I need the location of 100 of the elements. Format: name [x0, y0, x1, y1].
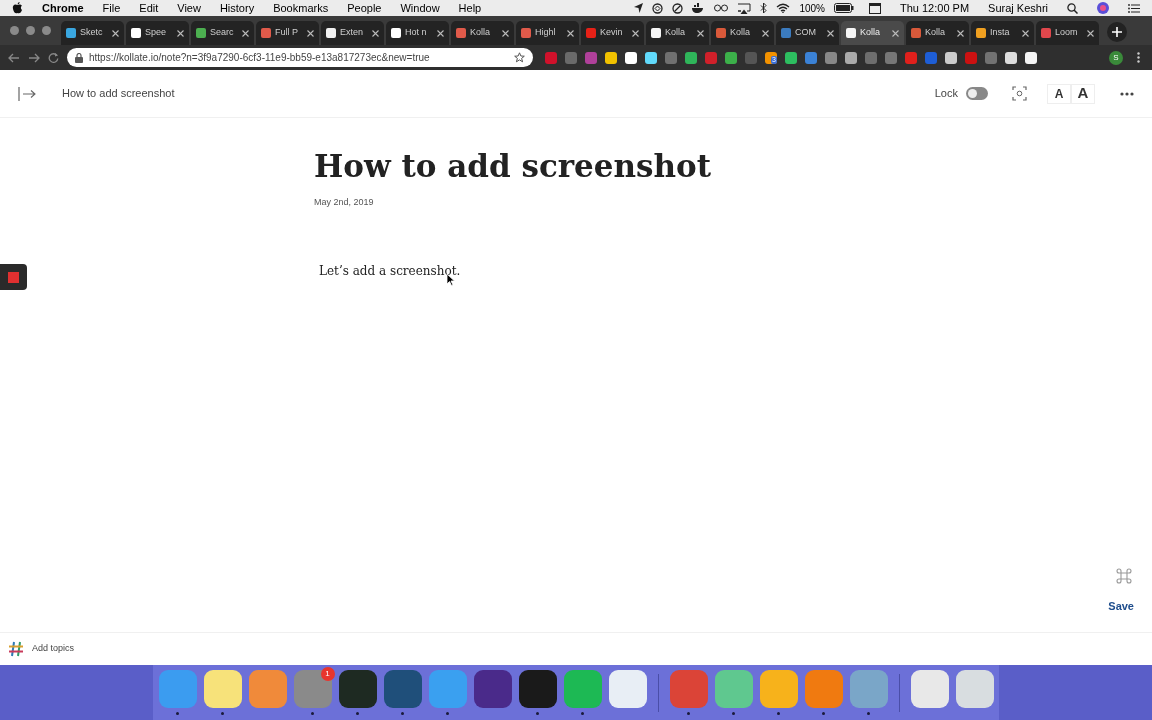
app-icon[interactable] [338, 670, 377, 708]
close-icon[interactable] [502, 29, 509, 37]
extension-icon[interactable] [645, 51, 657, 64]
extension-icon[interactable] [785, 51, 797, 64]
browser-tab[interactable]: Spee [126, 21, 189, 45]
menu-icon[interactable] [1128, 3, 1140, 13]
close-icon[interactable] [632, 29, 639, 37]
location-icon[interactable] [634, 3, 644, 13]
siri-icon[interactable] [1097, 2, 1109, 14]
expand-sidebar-icon[interactable] [18, 86, 36, 101]
font-size-button[interactable]: A [1071, 83, 1095, 104]
close-icon[interactable] [242, 29, 249, 37]
browser-tab[interactable]: Loom [1036, 21, 1099, 45]
browser-tab[interactable]: COM [776, 21, 839, 45]
lock-toggle[interactable] [966, 87, 988, 100]
close-icon[interactable] [112, 29, 119, 37]
font-size-button[interactable]: A [1047, 83, 1071, 104]
browser-tab[interactable]: Kolla [906, 21, 969, 45]
browser-tab[interactable]: Exten [321, 21, 384, 45]
bluetooth-icon[interactable] [760, 2, 768, 14]
save-button[interactable]: Save [1108, 597, 1134, 614]
app-icon[interactable] [608, 670, 647, 708]
reload-icon[interactable] [48, 52, 59, 63]
back-icon[interactable] [8, 52, 20, 63]
menu-item[interactable]: File [102, 0, 121, 17]
extension-icon[interactable] [845, 51, 857, 64]
browser-tab[interactable]: Kolla [841, 21, 904, 45]
profile-avatar[interactable]: S [1109, 50, 1123, 65]
app-icon[interactable] [910, 670, 949, 708]
menu-item[interactable]: Edit [139, 0, 159, 17]
glasses-icon[interactable] [714, 4, 729, 12]
close-icon[interactable] [372, 29, 379, 37]
extension-icon[interactable] [625, 51, 637, 64]
extension-icon[interactable] [1025, 51, 1037, 64]
command-icon[interactable] [1116, 567, 1132, 584]
browser-tab[interactable]: Kevin [581, 21, 644, 45]
close-icon[interactable] [827, 29, 834, 37]
close-icon[interactable] [1022, 29, 1029, 37]
extension-icon[interactable] [945, 51, 957, 64]
close-icon[interactable] [697, 29, 704, 37]
browser-tab[interactable]: Kolla [711, 21, 774, 45]
browser-tab[interactable]: Kolla [646, 21, 709, 45]
search-icon[interactable] [1067, 2, 1078, 14]
record-button[interactable] [0, 264, 27, 290]
focus-icon[interactable] [1012, 86, 1027, 101]
add-topics-link[interactable]: Add topics [32, 642, 75, 656]
close-icon[interactable] [1087, 29, 1094, 37]
tab-title: Loom [1055, 26, 1079, 40]
more-icon[interactable] [1120, 91, 1134, 96]
star-icon[interactable] [514, 52, 525, 63]
browser-tab[interactable]: Insta [971, 21, 1034, 45]
browser-tab[interactable]: Full P [256, 21, 319, 45]
browser-tab[interactable]: Sketc [61, 21, 124, 45]
app-icon[interactable] [203, 670, 242, 708]
battery-icon[interactable] [834, 3, 854, 13]
menu-item[interactable]: Help [458, 0, 482, 17]
tab-title: Kolla [925, 26, 946, 40]
close-icon[interactable] [177, 29, 184, 37]
menu-item[interactable]: History [219, 0, 255, 17]
extension-icon[interactable] [605, 51, 617, 64]
apple-icon[interactable] [12, 2, 23, 14]
menu-item[interactable]: View [177, 0, 201, 17]
airplay-icon[interactable] [737, 2, 752, 14]
extension-icon[interactable] [1005, 51, 1017, 64]
hash-icon[interactable] [8, 641, 24, 657]
calendar-icon[interactable] [869, 2, 881, 14]
menu-item[interactable]: People [347, 0, 382, 17]
browser-tab[interactable]: Searc [191, 21, 254, 45]
browser-tab[interactable]: Highl [516, 21, 579, 45]
menu-item[interactable]: Bookmarks [273, 0, 329, 17]
new-tab-button[interactable] [1107, 22, 1127, 42]
browser-tab[interactable]: Kolla [451, 21, 514, 45]
tab-title: Hot n [405, 26, 428, 40]
plus-icon [1112, 27, 1122, 37]
url-text: https://kollate.io/note?n=3f9a7290-6cf3-11e9-bb59-e13a817273ec&new=true [89, 51, 431, 65]
app-icon[interactable] [473, 670, 512, 708]
menu-clock[interactable]: Thu 12:00 PM [900, 0, 970, 17]
browser-tab[interactable]: Hot n [386, 21, 449, 45]
menu-app-name[interactable]: Chrome [42, 0, 84, 17]
close-icon[interactable] [762, 29, 769, 37]
tab-title: Exten [340, 26, 364, 40]
circle-icon[interactable] [652, 2, 664, 14]
wifi-icon[interactable] [776, 3, 791, 13]
menu-user-name[interactable]: Suraj Keshri [988, 0, 1048, 17]
do-not-disturb-icon[interactable] [672, 2, 684, 14]
app-icon[interactable] [518, 670, 557, 708]
close-icon[interactable] [957, 29, 964, 37]
app-icon[interactable] [955, 670, 994, 708]
tab-title: Kolla [730, 26, 751, 40]
close-icon[interactable] [892, 29, 899, 37]
close-icon[interactable] [437, 29, 444, 37]
menu-item[interactable]: Window [400, 0, 440, 17]
note-title: How to add screenshot [62, 86, 175, 102]
address-bar[interactable]: https://kollate.io/note?n=3f9a7290-6cf3-11e9-bb59-e13a817273ec&new=true [67, 48, 533, 67]
tab-title: Searc [210, 26, 235, 40]
tab-title: Kolla [470, 26, 491, 40]
close-icon[interactable] [567, 29, 574, 37]
more-icon[interactable] [1137, 52, 1140, 63]
close-icon[interactable] [307, 29, 314, 37]
forward-icon[interactable] [28, 52, 40, 63]
